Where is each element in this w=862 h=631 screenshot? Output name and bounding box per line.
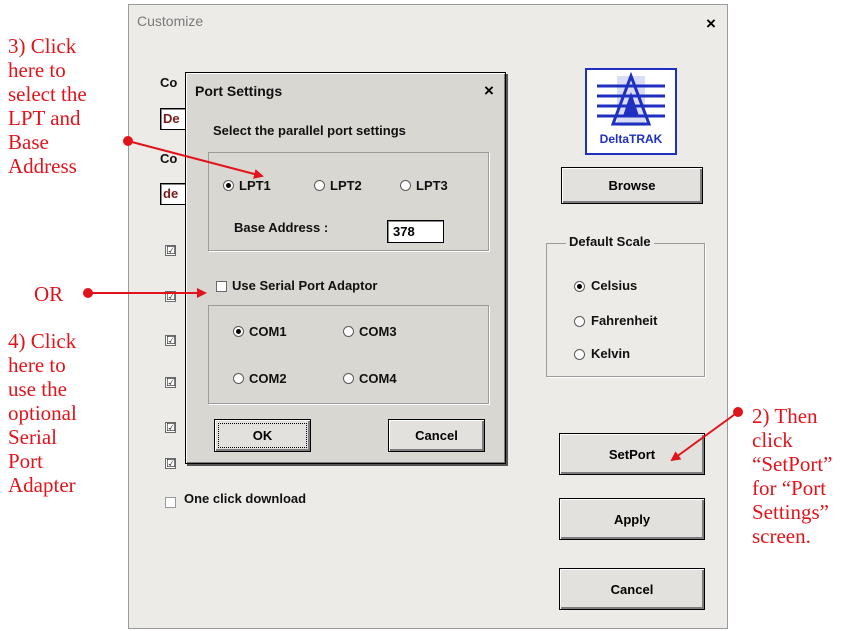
arrow-step3 [127,140,264,179]
annotation-arrows [83,136,743,462]
arrow-step2 [670,411,739,462]
